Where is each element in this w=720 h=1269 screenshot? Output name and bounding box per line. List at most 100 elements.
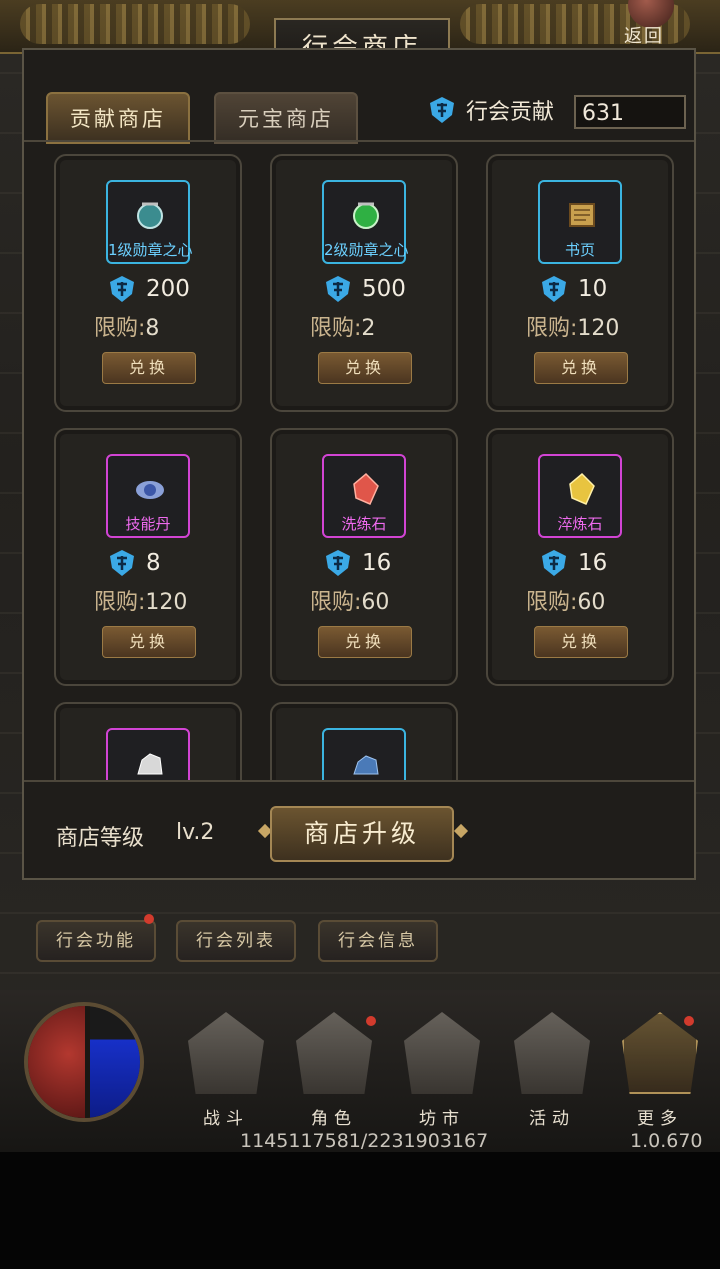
purchase-limit: 限购:2 xyxy=(310,310,375,342)
shop-level-value: lv.2 xyxy=(176,820,215,845)
contribution-display: 行会贡献 xyxy=(428,94,554,126)
item-price: 10 xyxy=(540,274,607,304)
item-slot[interactable]: 2级勋章之心 xyxy=(322,180,409,264)
nav-label: 更多 xyxy=(637,1109,683,1129)
purchase-limit: 限购:60 xyxy=(526,584,605,616)
price-value: 16 xyxy=(578,550,608,576)
limit-value: 2 xyxy=(361,316,376,341)
shop-item-card: 2级勋章之心 500 限购:2 兑换 xyxy=(270,154,458,412)
helmet-icon xyxy=(296,1012,372,1094)
price-value: 500 xyxy=(362,276,406,302)
item-name: 洗练石 xyxy=(341,515,387,533)
back-button[interactable]: 返回 xyxy=(618,0,688,50)
item-slot[interactable]: 1级勋章之心 xyxy=(106,180,193,264)
tab-contribution-shop[interactable]: 贡献商店 xyxy=(46,92,190,144)
silver-ore-icon xyxy=(137,753,163,775)
guild-list-button[interactable]: 行会列表 xyxy=(176,920,296,962)
refining-stone-icon xyxy=(353,472,379,505)
market-icon xyxy=(404,1012,480,1094)
limit-value: 120 xyxy=(145,590,188,615)
game-screen: 行会商店 返回 贡献商店 元宝商店 行会贡献 631 1级勋章之心 xyxy=(0,0,720,1152)
exchange-button[interactable]: 兑换 xyxy=(318,352,412,384)
version-label: 1.0.670 xyxy=(630,1130,703,1152)
hp-mp-orb xyxy=(24,1002,144,1122)
limit-value: 8 xyxy=(145,316,160,341)
footer-divider xyxy=(24,780,694,782)
guild-info-button[interactable]: 行会信息 xyxy=(318,920,438,962)
book-page-icon xyxy=(569,203,595,227)
shop-item-card: 洗练石 16 限购:60 兑换 xyxy=(270,428,458,686)
guild-coin-icon xyxy=(430,97,454,123)
exchange-button[interactable]: 兑换 xyxy=(534,352,628,384)
exchange-button[interactable]: 兑换 xyxy=(534,626,628,658)
item-slot[interactable]: 书页 xyxy=(538,180,622,264)
mp-fill xyxy=(90,1006,140,1118)
tab-ingot-shop[interactable]: 元宝商店 xyxy=(214,92,358,144)
hp-fill xyxy=(28,1006,86,1118)
shop-item-card: 书页 10 限购:120 兑换 xyxy=(486,154,674,412)
shop-level-label: 商店等级 xyxy=(56,826,145,851)
item-name: 技能丹 xyxy=(125,515,171,533)
nav-label: 活动 xyxy=(529,1109,575,1129)
shop-item-card: 淬炼石 16 限购:60 兑换 xyxy=(486,428,674,686)
item-price: 500 xyxy=(324,274,406,304)
nav-battle[interactable]: 战斗 xyxy=(176,1008,276,1129)
limit-label: 限购: xyxy=(310,590,362,615)
purchase-limit: 限购:120 xyxy=(526,310,619,342)
guild-functions-button[interactable]: 行会功能 xyxy=(36,920,156,962)
guild-coin-icon xyxy=(326,550,350,576)
notification-dot xyxy=(684,1016,694,1026)
back-label: 返回 xyxy=(624,26,664,47)
shop-upgrade-button[interactable]: 商店升级 xyxy=(270,806,454,862)
guild-coin-icon xyxy=(542,276,566,302)
nav-market[interactable]: 坊市 xyxy=(392,1008,492,1129)
nav-character[interactable]: 角色 xyxy=(284,1008,384,1129)
shop-item-card xyxy=(54,702,242,782)
item-grid[interactable]: 1级勋章之心 200 限购:8 兑换 2级勋章之心 500 限购:2 兑换 书页… xyxy=(24,142,694,782)
notification-dot xyxy=(366,1016,376,1026)
limit-label: 限购: xyxy=(94,316,146,341)
purchase-limit: 限购:120 xyxy=(94,584,187,616)
medal-heart-icon xyxy=(137,202,163,229)
shop-item-card: 技能丹 8 限购:120 兑换 xyxy=(54,428,242,686)
contribution-value: 631 xyxy=(574,95,686,129)
exp-readout: 1145117581/2231903167 xyxy=(240,1130,489,1152)
nav-activity[interactable]: 活动 xyxy=(502,1008,602,1129)
item-slot[interactable]: 技能丹 xyxy=(106,454,190,538)
item-name: 2级勋章之心 xyxy=(324,241,409,259)
item-price: 16 xyxy=(540,548,607,578)
shop-panel: 贡献商店 元宝商店 行会贡献 631 1级勋章之心 200 限购:8 兑换 2级… xyxy=(22,48,696,880)
item-slot[interactable]: 洗练石 xyxy=(322,454,406,538)
item-name: 1级勋章之心 xyxy=(108,241,193,259)
exchange-button[interactable]: 兑换 xyxy=(102,626,196,658)
item-slot[interactable] xyxy=(106,728,190,782)
exchange-button[interactable]: 兑换 xyxy=(318,626,412,658)
purchase-limit: 限购:8 xyxy=(94,310,159,342)
price-value: 200 xyxy=(146,276,190,302)
nav-label: 坊市 xyxy=(419,1109,465,1129)
guild-coin-icon xyxy=(110,550,134,576)
item-price: 8 xyxy=(108,548,161,578)
limit-label: 限购: xyxy=(526,590,578,615)
limit-value: 60 xyxy=(577,590,606,615)
contribution-label: 行会贡献 xyxy=(466,100,555,125)
tempering-stone-icon xyxy=(569,472,595,505)
limit-value: 120 xyxy=(577,316,620,341)
diamond-ornament-right xyxy=(453,823,469,839)
exchange-button[interactable]: 兑换 xyxy=(102,352,196,384)
guild-coin-icon xyxy=(110,276,134,302)
price-value: 10 xyxy=(578,276,608,302)
item-slot[interactable] xyxy=(322,728,406,782)
guild-coin-icon xyxy=(326,276,350,302)
limit-label: 限购: xyxy=(526,316,578,341)
nav-more[interactable]: 更多 xyxy=(610,1008,710,1129)
limit-label: 限购: xyxy=(310,316,362,341)
skill-pill-icon xyxy=(136,481,164,499)
limit-value: 60 xyxy=(361,590,390,615)
purchase-limit: 限购:60 xyxy=(310,584,389,616)
item-slot[interactable]: 淬炼石 xyxy=(538,454,622,538)
item-name: 书页 xyxy=(564,241,595,259)
item-price: 200 xyxy=(108,274,190,304)
ornament-left xyxy=(20,4,250,44)
shop-item-card: 1级勋章之心 200 限购:8 兑换 xyxy=(54,154,242,412)
